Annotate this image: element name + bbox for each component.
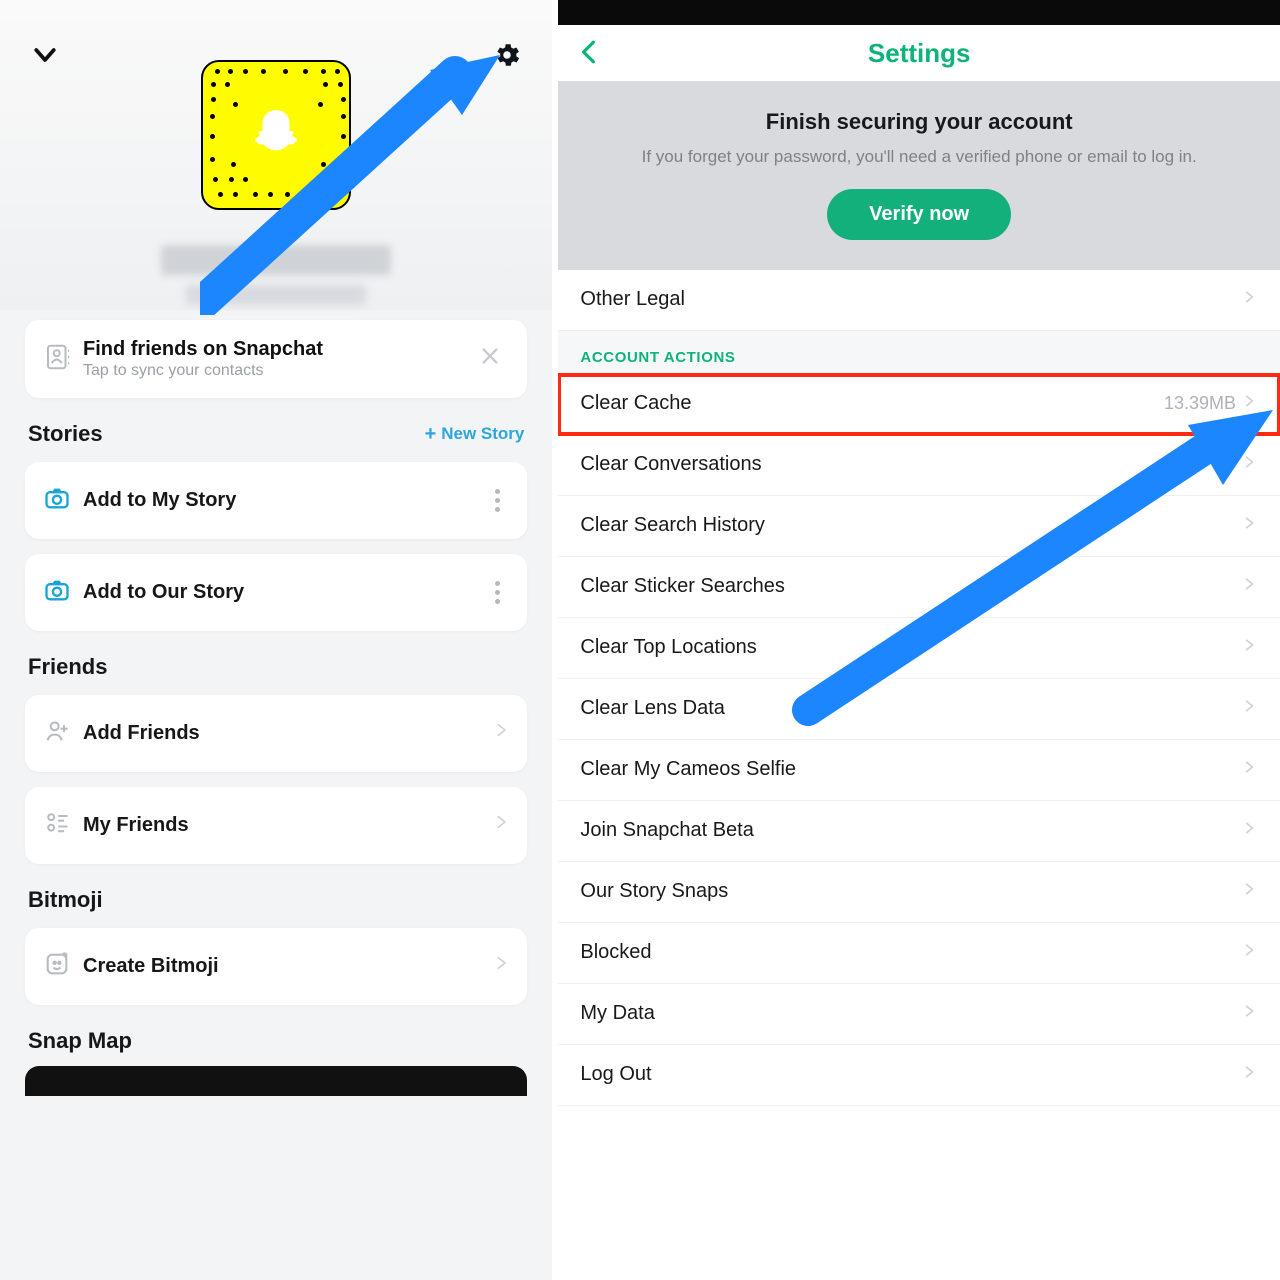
snapcode[interactable] [201, 60, 351, 210]
plus-icon: + [425, 423, 437, 446]
chevron-right-icon [1242, 695, 1256, 723]
add-to-our-story[interactable]: Add to Our Story [25, 554, 527, 631]
chevron-right-icon [493, 951, 509, 982]
gear-icon[interactable] [492, 40, 522, 75]
settings-screen: Settings Finish securing your account If… [558, 0, 1280, 1280]
row-label: Clear Sticker Searches [580, 575, 1242, 598]
more-icon[interactable] [485, 581, 509, 604]
secure-account-banner: Finish securing your account If you forg… [558, 81, 1280, 270]
settings-row-clear-lens-data[interactable]: Clear Lens Data [558, 679, 1280, 740]
row-label: Clear My Cameos Selfie [580, 758, 1242, 781]
settings-header: Settings [558, 25, 1280, 81]
row-label: Clear Conversations [580, 453, 1242, 476]
secure-heading: Finish securing your account [588, 109, 1250, 135]
chevron-right-icon [493, 810, 509, 841]
chevron-right-icon [1242, 1000, 1256, 1028]
row-label: Clear Search History [580, 514, 1242, 537]
create-bitmoji[interactable]: Create Bitmoji [25, 928, 527, 1005]
row-label: Blocked [580, 941, 1242, 964]
chevron-right-icon [1242, 756, 1256, 784]
chevron-right-icon [1242, 512, 1256, 540]
secure-body: If you forget your password, you'll need… [588, 145, 1250, 169]
row-label: Add to My Story [83, 489, 485, 512]
row-label: Clear Cache [580, 392, 1164, 415]
snap-map-preview[interactable] [25, 1066, 527, 1096]
snapcode-dots [203, 62, 349, 208]
camera-icon [43, 484, 71, 517]
profile-header [0, 0, 552, 310]
close-icon[interactable] [471, 345, 509, 374]
username-blurred [186, 285, 366, 305]
camera-icon [43, 576, 71, 609]
new-story-button[interactable]: + New Story [425, 423, 525, 446]
status-bar [558, 0, 1280, 25]
add-to-my-story[interactable]: Add to My Story [25, 462, 527, 539]
settings-row-clear-top-locations[interactable]: Clear Top Locations [558, 618, 1280, 679]
chevron-right-icon [1242, 451, 1256, 479]
settings-row-my-data[interactable]: My Data [558, 984, 1280, 1045]
chevron-right-icon [1242, 286, 1256, 314]
verify-now-button[interactable]: Verify now [827, 189, 1011, 240]
chevron-right-icon [1242, 573, 1256, 601]
row-label: Clear Top Locations [580, 636, 1242, 659]
other-legal-row[interactable]: Other Legal [558, 270, 1280, 331]
add-friends[interactable]: Add Friends [25, 695, 527, 772]
row-label: My Friends [83, 814, 493, 837]
row-label: Add to Our Story [83, 581, 485, 604]
row-label: Other Legal [580, 288, 1242, 311]
chevron-right-icon [1242, 878, 1256, 906]
settings-row-clear-my-cameos-selfie[interactable]: Clear My Cameos Selfie [558, 740, 1280, 801]
settings-row-clear-cache[interactable]: Clear Cache13.39MB [558, 374, 1280, 435]
back-icon[interactable] [576, 39, 602, 70]
settings-row-clear-sticker-searches[interactable]: Clear Sticker Searches [558, 557, 1280, 618]
chevron-right-icon [1242, 817, 1256, 845]
chevron-right-icon [1242, 939, 1256, 967]
settings-row-clear-search-history[interactable]: Clear Search History [558, 496, 1280, 557]
settings-row-clear-conversations[interactable]: Clear Conversations [558, 435, 1280, 496]
settings-row-join-snapchat-beta[interactable]: Join Snapchat Beta [558, 801, 1280, 862]
find-friends-title: Find friends on Snapchat [83, 338, 471, 361]
chevron-right-icon [1242, 390, 1256, 418]
friends-heading: Friends [28, 654, 107, 680]
display-name-blurred [161, 245, 391, 275]
row-label: Join Snapchat Beta [580, 819, 1242, 842]
row-label: My Data [580, 1002, 1242, 1025]
new-story-label: New Story [441, 424, 524, 444]
profile-screen: Find friends on Snapchat Tap to sync you… [0, 0, 552, 1280]
settings-row-log-out[interactable]: Log Out [558, 1045, 1280, 1106]
row-label: Add Friends [83, 722, 493, 745]
more-icon[interactable] [485, 489, 509, 512]
settings-row-blocked[interactable]: Blocked [558, 923, 1280, 984]
chevron-right-icon [493, 718, 509, 749]
account-actions-header: ACCOUNT ACTIONS [558, 331, 1280, 374]
my-friends[interactable]: My Friends [25, 787, 527, 864]
contacts-icon [43, 342, 83, 377]
stories-heading: Stories [28, 421, 103, 447]
bitmoji-heading: Bitmoji [28, 887, 103, 913]
settings-row-our-story-snaps[interactable]: Our Story Snaps [558, 862, 1280, 923]
find-friends-card[interactable]: Find friends on Snapchat Tap to sync you… [25, 320, 527, 398]
row-label: Our Story Snaps [580, 880, 1242, 903]
chevron-down-icon[interactable] [30, 40, 60, 75]
snapmap-heading: Snap Map [28, 1028, 132, 1054]
row-label: Create Bitmoji [83, 955, 493, 978]
row-label: Clear Lens Data [580, 697, 1242, 720]
chevron-right-icon [1242, 1061, 1256, 1089]
add-friend-icon [43, 717, 71, 750]
bitmoji-icon [43, 950, 71, 983]
row-label: Log Out [580, 1063, 1242, 1086]
row-value: 13.39MB [1164, 393, 1236, 414]
find-friends-subtitle: Tap to sync your contacts [83, 362, 471, 380]
chevron-right-icon [1242, 634, 1256, 662]
settings-title: Settings [868, 38, 971, 69]
friends-list-icon [43, 809, 71, 842]
